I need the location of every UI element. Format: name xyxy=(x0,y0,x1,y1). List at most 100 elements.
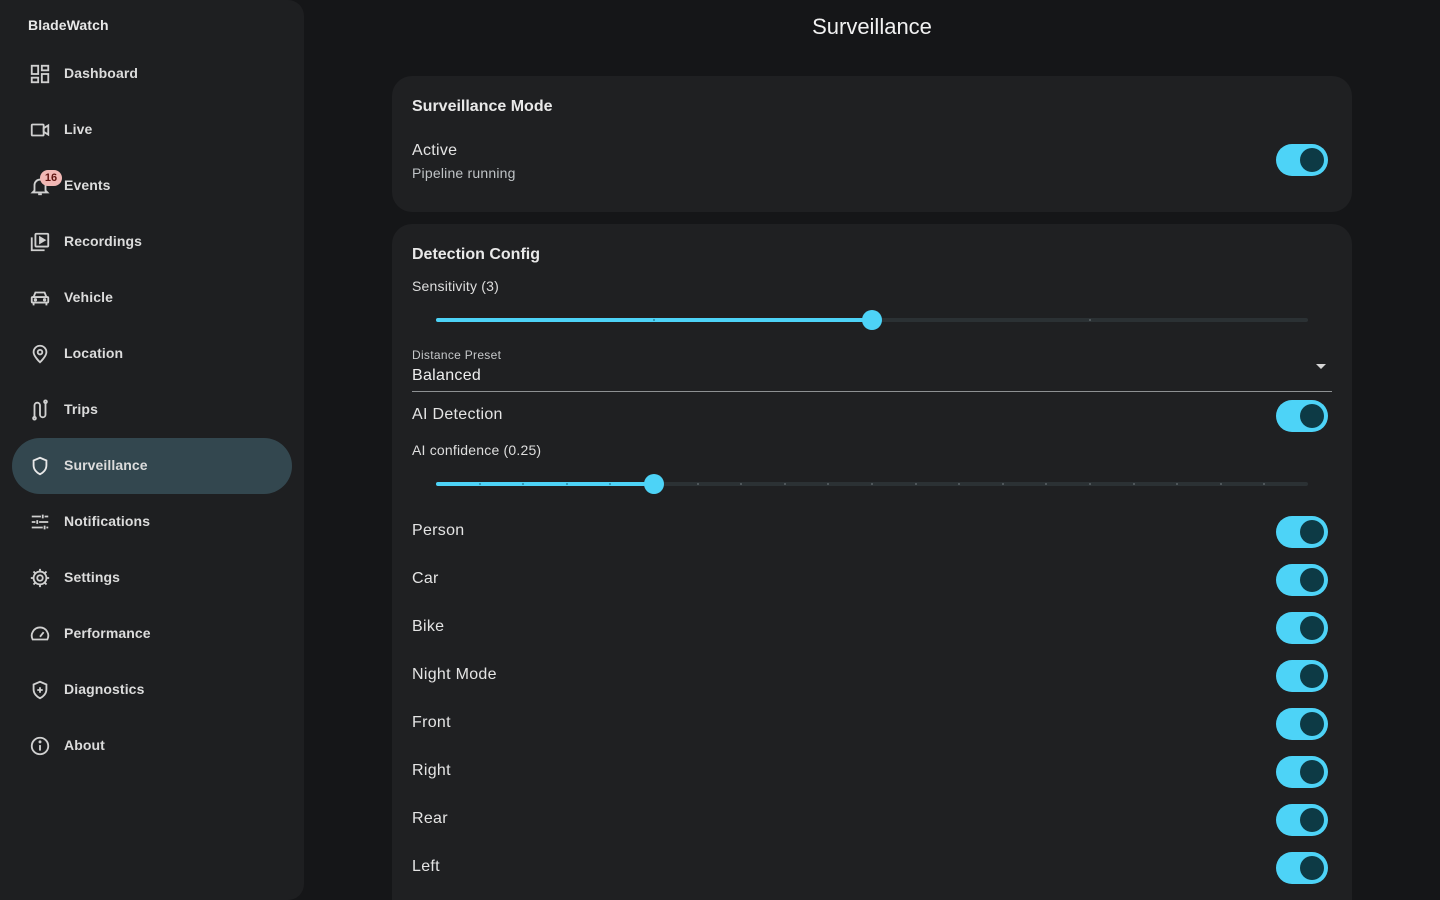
sidebar-item-label: Settings xyxy=(64,569,121,585)
toggle-knob xyxy=(1300,808,1324,832)
sidebar-item-settings[interactable]: Settings xyxy=(12,550,292,606)
ai-confidence-label: AI confidence (0.25) xyxy=(412,442,542,458)
person-label: Person xyxy=(412,522,465,539)
health-shield-icon xyxy=(28,678,52,702)
sidebar-nav: Dashboard Live 16 Events Recordings Vehi… xyxy=(12,46,292,774)
videocam-icon xyxy=(28,118,52,142)
sidebar-item-surveillance[interactable]: Surveillance xyxy=(12,438,292,494)
card-title: Surveillance Mode xyxy=(412,98,553,115)
app-brand: BladeWatch xyxy=(28,17,109,33)
sidebar-item-label: Events xyxy=(64,177,111,193)
slider-fill xyxy=(436,482,654,486)
left-toggle[interactable] xyxy=(1276,852,1328,884)
sensitivity-slider[interactable] xyxy=(436,308,1308,332)
slider-tick xyxy=(871,483,873,485)
slider-tick xyxy=(653,319,655,321)
ai-detection-toggle[interactable] xyxy=(1276,400,1328,432)
sidebar-item-live[interactable]: Live xyxy=(12,102,292,158)
distance-preset-label: Distance Preset xyxy=(412,348,502,362)
sidebar-item-label: Recordings xyxy=(64,233,143,249)
sidebar-item-label: Notifications xyxy=(64,513,151,529)
toggle-knob xyxy=(1300,616,1324,640)
night-mode-label: Night Mode xyxy=(412,666,497,683)
rear-label: Rear xyxy=(412,810,448,827)
surveillance-mode-card: Surveillance Mode Active Pipeline runnin… xyxy=(392,76,1352,212)
ai-confidence-slider[interactable] xyxy=(436,472,1308,496)
car-toggle[interactable] xyxy=(1276,564,1328,596)
front-toggle[interactable] xyxy=(1276,708,1328,740)
sidebar-item-events[interactable]: 16 Events xyxy=(12,158,292,214)
toggle-knob xyxy=(1300,520,1324,544)
slider-thumb[interactable] xyxy=(862,310,882,330)
sidebar-item-dashboard[interactable]: Dashboard xyxy=(12,46,292,102)
rear-toggle[interactable] xyxy=(1276,804,1328,836)
dropdown-arrow-icon xyxy=(1316,364,1326,369)
detection-config-card: Detection Config Sensitivity (3) Distanc… xyxy=(392,224,1352,900)
slider-tick xyxy=(1132,483,1135,485)
right-toggle[interactable] xyxy=(1276,756,1328,788)
sidebar-item-label: Dashboard xyxy=(64,65,139,81)
route-icon xyxy=(28,398,52,422)
sidebar-item-label: Live xyxy=(64,121,93,137)
location-pin-icon xyxy=(28,342,52,366)
sidebar-item-label: Trips xyxy=(64,401,98,417)
sidebar-item-label: Performance xyxy=(64,625,151,641)
dashboard-icon xyxy=(28,62,52,86)
night-mode-toggle[interactable] xyxy=(1276,660,1328,692)
sidebar-item-label: Diagnostics xyxy=(64,681,145,697)
left-label: Left xyxy=(412,858,440,875)
person-toggle[interactable] xyxy=(1276,516,1328,548)
active-label: Active xyxy=(412,142,458,159)
bike-label: Bike xyxy=(412,618,445,635)
ai-detection-label: AI Detection xyxy=(412,406,503,423)
slider-tick xyxy=(783,483,786,485)
sidebar-item-trips[interactable]: Trips xyxy=(12,382,292,438)
sidebar-item-performance[interactable]: Performance xyxy=(12,606,292,662)
slider-tick xyxy=(565,483,568,485)
card-title: Detection Config xyxy=(412,246,540,263)
sidebar-item-location[interactable]: Location xyxy=(12,326,292,382)
slider-tick xyxy=(1001,483,1004,485)
toggle-knob xyxy=(1300,760,1324,784)
sidebar-item-diagnostics[interactable]: Diagnostics xyxy=(12,662,292,718)
page-title: Surveillance xyxy=(812,14,932,39)
slider-tick xyxy=(914,483,917,485)
toggle-knob xyxy=(1300,856,1324,880)
toggle-knob xyxy=(1300,404,1324,428)
slider-tick xyxy=(1219,483,1222,485)
gear-icon xyxy=(28,566,52,590)
sensitivity-label: Sensitivity (3) xyxy=(412,278,500,294)
sidebar: BladeWatch Dashboard Live 16 Events Reco… xyxy=(0,0,304,900)
slider-tick xyxy=(1089,483,1091,485)
toggle-knob xyxy=(1300,568,1324,592)
tune-icon xyxy=(28,510,52,534)
sidebar-item-label: Vehicle xyxy=(64,289,113,305)
right-label: Right xyxy=(412,762,451,779)
slider-tick xyxy=(478,483,481,485)
car-label: Car xyxy=(412,570,439,587)
bike-toggle[interactable] xyxy=(1276,612,1328,644)
active-toggle[interactable] xyxy=(1276,144,1328,176)
sidebar-item-about[interactable]: About xyxy=(12,718,292,774)
sidebar-item-vehicle[interactable]: Vehicle xyxy=(12,270,292,326)
sidebar-item-label: Location xyxy=(64,345,124,361)
app-root: BladeWatch Dashboard Live 16 Events Reco… xyxy=(0,0,1440,900)
slider-tick xyxy=(1089,319,1091,321)
sidebar-item-recordings[interactable]: Recordings xyxy=(12,214,292,270)
sidebar-item-label: Surveillance xyxy=(64,457,148,473)
active-status: Pipeline running xyxy=(412,165,516,181)
front-label: Front xyxy=(412,714,451,731)
info-icon xyxy=(28,734,52,758)
shield-icon xyxy=(28,454,52,478)
car-icon xyxy=(28,286,52,310)
sidebar-item-notifications[interactable]: Notifications xyxy=(12,494,292,550)
toggle-knob xyxy=(1300,664,1324,688)
events-count-badge: 16 xyxy=(40,170,62,186)
distance-preset-select[interactable]: Distance Preset Balanced xyxy=(412,344,1332,392)
toggle-knob xyxy=(1300,148,1324,172)
sidebar-item-label: About xyxy=(64,737,105,753)
slider-tick xyxy=(696,483,699,485)
toggle-knob xyxy=(1300,712,1324,736)
distance-preset-value: Balanced xyxy=(412,367,482,384)
slider-thumb[interactable] xyxy=(644,474,664,494)
